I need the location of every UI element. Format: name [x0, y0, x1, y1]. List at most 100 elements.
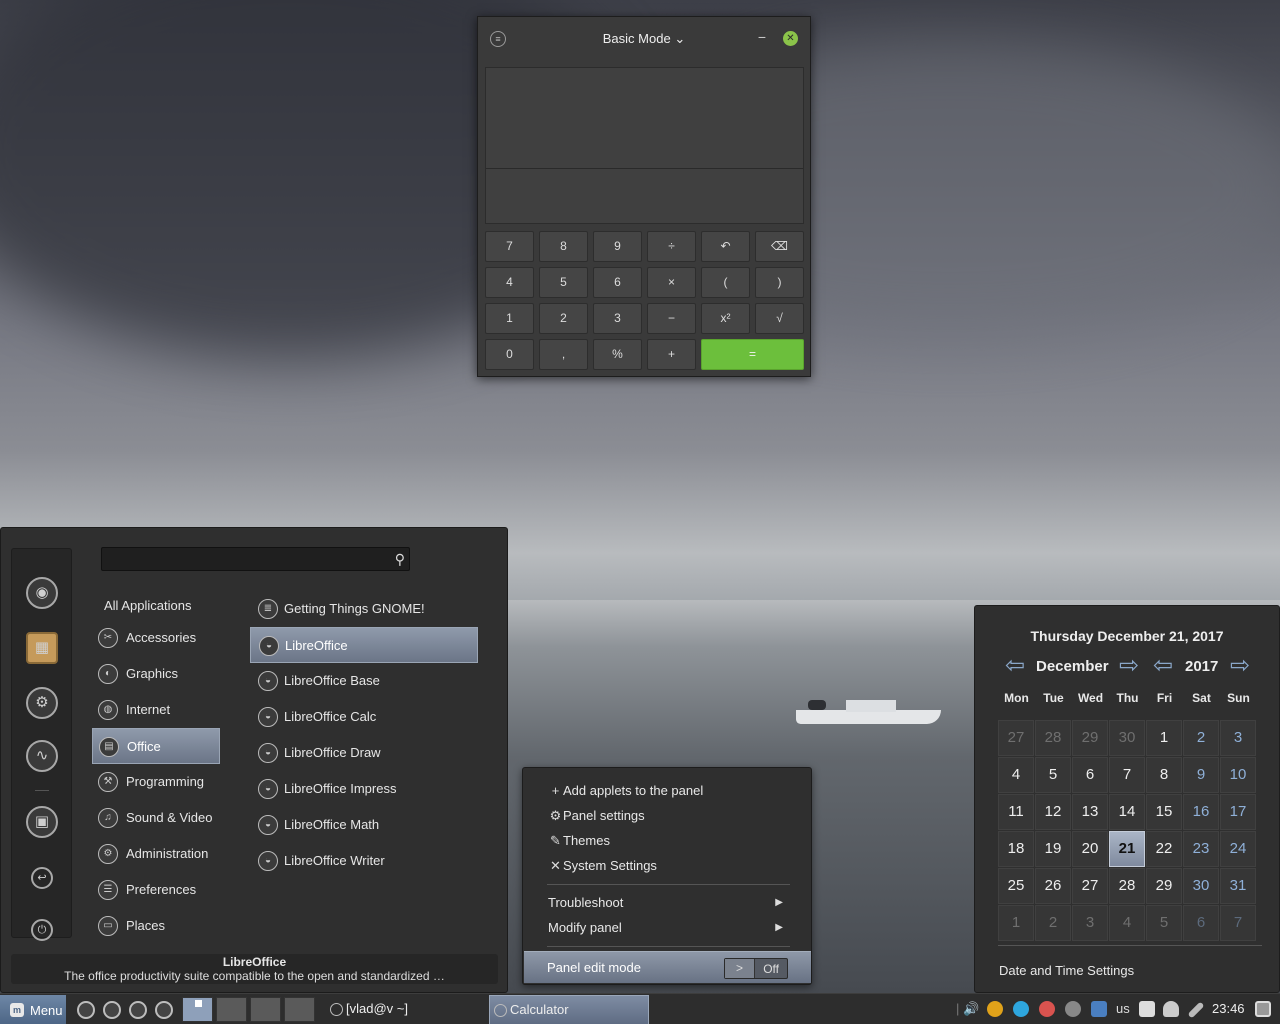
calendar-day[interactable]: 2 — [1183, 720, 1219, 756]
calendar-day[interactable]: 23 — [1183, 831, 1219, 867]
calendar-day[interactable]: 11 — [998, 794, 1034, 830]
taskbar-item-terminal[interactable]: [vlad@v ~] — [326, 995, 486, 1024]
calendar-day[interactable]: 10 — [1220, 757, 1256, 793]
category-sound-video[interactable]: ♫ Sound & Video — [92, 800, 220, 836]
calendar-day[interactable]: 12 — [1035, 794, 1071, 830]
key-9[interactable]: 9 — [593, 231, 642, 262]
key-decimal[interactable]: , — [539, 339, 588, 370]
menu-button[interactable]: m Menu — [0, 995, 66, 1024]
key-subtract[interactable]: − — [647, 303, 696, 334]
category-office[interactable]: ▤ Office — [92, 728, 220, 764]
calendar-day[interactable]: 27 — [1072, 868, 1108, 904]
calendar-day[interactable]: 6 — [1183, 905, 1219, 941]
software-manager-icon[interactable]: ▦ — [26, 632, 58, 664]
calendar-day[interactable]: 3 — [1220, 720, 1256, 756]
calendar-day[interactable]: 30 — [1183, 868, 1219, 904]
add-applets-item[interactable]: + Add applets to the panel — [548, 783, 704, 798]
key-7[interactable]: 7 — [485, 231, 534, 262]
app-libreoffice-math[interactable]: ◒ LibreOffice Math — [250, 807, 478, 843]
panel-edit-mode-item[interactable]: Panel edit mode > Off — [524, 951, 811, 983]
calendar-day[interactable]: 2 — [1035, 905, 1071, 941]
key-sqrt[interactable]: √ — [755, 303, 804, 334]
network-error-icon[interactable] — [987, 1001, 1003, 1017]
calendar-day[interactable]: 17 — [1220, 794, 1256, 830]
weather-icon[interactable] — [1039, 1001, 1055, 1017]
calendar-day[interactable]: 19 — [1035, 831, 1071, 867]
calendar-day[interactable]: 15 — [1146, 794, 1182, 830]
key-divide[interactable]: ÷ — [647, 231, 696, 262]
category-internet[interactable]: ◍ Internet — [92, 692, 220, 728]
edit-mode-toggle[interactable]: > Off — [724, 958, 788, 979]
calendar-day[interactable]: 3 — [1072, 905, 1108, 941]
calendar-day[interactable]: 1 — [1146, 720, 1182, 756]
key-percent[interactable]: % — [593, 339, 642, 370]
firefox-launcher-icon[interactable] — [77, 1001, 95, 1019]
key-6[interactable]: 6 — [593, 267, 642, 298]
key-8[interactable]: 8 — [539, 231, 588, 262]
workspace-2[interactable] — [216, 997, 247, 1022]
calendar-day[interactable]: 4 — [998, 757, 1034, 793]
key-5[interactable]: 5 — [539, 267, 588, 298]
category-places[interactable]: ▭ Places — [92, 908, 220, 944]
workspace-3[interactable] — [250, 997, 281, 1022]
power-icon[interactable]: ⏻ — [31, 919, 53, 941]
key-2[interactable]: 2 — [539, 303, 588, 334]
key-add[interactable]: + — [647, 339, 696, 370]
modify-panel-item[interactable]: Modify panel — [548, 920, 622, 935]
calendar-day[interactable]: 8 — [1146, 757, 1182, 793]
app-libreoffice-draw[interactable]: ◒ LibreOffice Draw — [250, 735, 478, 771]
undo-button[interactable]: ↶ — [701, 231, 750, 262]
troubleshoot-item[interactable]: Troubleshoot — [548, 895, 623, 910]
calendar-day[interactable]: 18 — [998, 831, 1034, 867]
category-programming[interactable]: ⚒ Programming — [92, 764, 220, 800]
calendar-day[interactable]: 6 — [1072, 757, 1108, 793]
date-time-settings-link[interactable]: Date and Time Settings — [999, 963, 1134, 978]
category-administration[interactable]: ⚙ Administration — [92, 836, 220, 872]
calendar-day[interactable]: 25 — [998, 868, 1034, 904]
show-desktop-icon[interactable] — [1255, 1001, 1271, 1017]
key-square[interactable]: x² — [701, 303, 750, 334]
calendar-day[interactable]: 22 — [1146, 831, 1182, 867]
calendar-day[interactable]: 27 — [998, 720, 1034, 756]
volume-icon[interactable]: 🔊 — [963, 1001, 979, 1017]
app-libreoffice-impress[interactable]: ◒ LibreOffice Impress — [250, 771, 478, 807]
shield-icon[interactable] — [1091, 1001, 1107, 1017]
key-equals[interactable]: = — [701, 339, 804, 370]
clipboard-icon[interactable] — [1139, 1001, 1155, 1017]
system-settings-item[interactable]: ✕ System Settings — [548, 858, 657, 874]
user-icon[interactable] — [1163, 1001, 1179, 1017]
workspace-1[interactable] — [182, 997, 213, 1022]
calendar-day[interactable]: 4 — [1109, 905, 1145, 941]
calendar-day[interactable]: 30 — [1109, 720, 1145, 756]
all-applications-category[interactable]: All Applications — [104, 598, 191, 613]
search-input[interactable]: ⚲ — [101, 547, 410, 571]
category-preferences[interactable]: ☰ Preferences — [92, 872, 220, 908]
app-libreoffice-base[interactable]: ◒ LibreOffice Base — [250, 663, 478, 699]
panel-settings-item[interactable]: ⚙ Panel settings — [548, 808, 645, 824]
calendar-day[interactable]: 29 — [1146, 868, 1182, 904]
calendar-day[interactable]: 20 — [1072, 831, 1108, 867]
close-button[interactable]: ✕ — [783, 31, 798, 46]
files-launcher-icon[interactable] — [103, 1001, 121, 1019]
calendar-day[interactable]: 28 — [1109, 868, 1145, 904]
lock-screen-icon[interactable]: ▣ — [26, 806, 58, 838]
app-libreoffice[interactable]: ◒ LibreOffice — [250, 627, 478, 663]
calendar-day[interactable]: 1 — [998, 905, 1034, 941]
terminal-launcher-icon[interactable] — [129, 1001, 147, 1019]
key-4[interactable]: 4 — [485, 267, 534, 298]
next-month-arrow-icon[interactable]: ⇨ — [1115, 654, 1143, 679]
settings-icon[interactable]: ⚙ — [26, 687, 58, 719]
calendar-day[interactable]: 16 — [1183, 794, 1219, 830]
app-libreoffice-calc[interactable]: ◒ LibreOffice Calc — [250, 699, 478, 735]
system-monitor-icon[interactable]: ∿ — [26, 740, 58, 772]
key-0[interactable]: 0 — [485, 339, 534, 370]
calendar-day[interactable]: 31 — [1220, 868, 1256, 904]
previous-year-arrow-icon[interactable]: ⇦ — [1149, 654, 1177, 679]
previous-month-arrow-icon[interactable]: ⇦ — [1001, 654, 1029, 679]
record-icon[interactable] — [1065, 1001, 1081, 1017]
settings-launcher-icon[interactable] — [155, 1001, 173, 1019]
calendar-day[interactable]: 26 — [1035, 868, 1071, 904]
firefox-icon[interactable]: ◉ — [26, 577, 58, 609]
logout-icon[interactable]: ↩ — [31, 867, 53, 889]
calendar-day[interactable]: 5 — [1146, 905, 1182, 941]
